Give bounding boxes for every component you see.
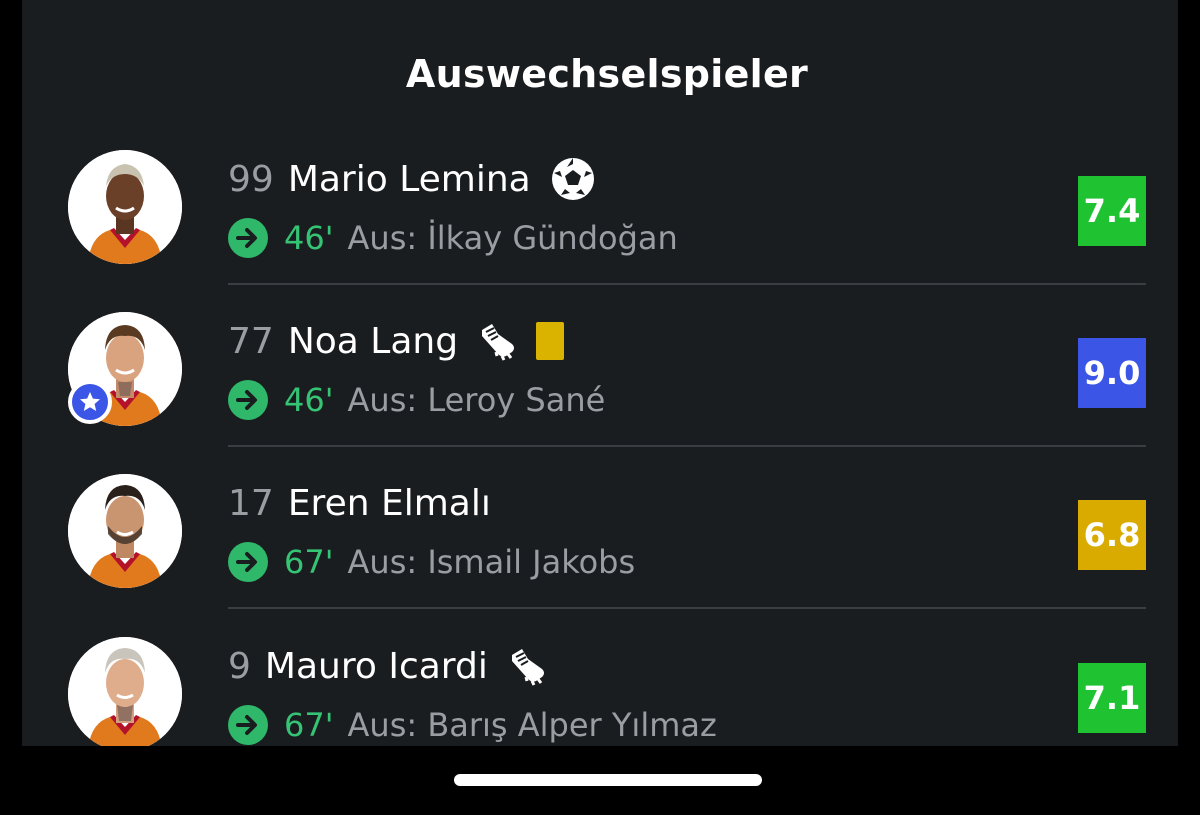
yellow-card-icon <box>536 322 565 360</box>
rating-badge: 7.1 <box>1078 663 1146 733</box>
section-title: Auswechselspieler <box>405 52 809 96</box>
player-number: 9 <box>228 645 251 687</box>
sub-minute: 46' <box>284 381 334 419</box>
player-name-line: 99 Mario Lemina <box>228 154 597 204</box>
player-avatar <box>68 150 182 264</box>
player-avatar <box>68 637 182 746</box>
substitution-line: 67' Aus: Barış Alper Yılmaz <box>228 703 717 746</box>
sub-minute: 67' <box>284 706 334 744</box>
rating-badge: 7.4 <box>1078 176 1146 246</box>
sub-in-arrow-icon <box>228 380 268 420</box>
player-name-line: 17 Eren Elmalı <box>228 478 491 528</box>
rating-badge: 9.0 <box>1078 338 1146 408</box>
player-number: 99 <box>228 158 274 200</box>
player-name: Mauro Icardi <box>264 645 488 687</box>
boot-icon <box>506 645 548 687</box>
row-divider <box>228 607 1146 609</box>
player-row[interactable]: 9 Mauro Icardi 67' Aus: Barış Alper Yılm… <box>22 633 1178 746</box>
substitutes-panel: Auswechselspieler 99 Mario Lemina 46' Au… <box>22 0 1178 746</box>
player-name: Noa Lang <box>287 320 459 362</box>
sub-out-player: Aus: İlkay Gündoğan <box>347 219 678 257</box>
sub-minute: 46' <box>284 219 334 257</box>
home-indicator[interactable] <box>454 774 762 786</box>
substitution-line: 46' Aus: İlkay Gündoğan <box>228 216 678 260</box>
player-avatar <box>68 474 182 588</box>
sub-out-player: Aus: Leroy Sané <box>347 381 606 419</box>
sub-out-player: Aus: Barış Alper Yılmaz <box>347 706 717 744</box>
player-number: 17 <box>228 482 274 524</box>
player-name: Eren Elmalı <box>287 482 491 524</box>
player-number: 77 <box>228 320 274 362</box>
sub-in-arrow-icon <box>228 218 268 258</box>
sub-out-player: Aus: Ismail Jakobs <box>347 543 636 581</box>
star-player-badge-icon <box>68 380 112 424</box>
sub-minute: 67' <box>284 543 334 581</box>
player-name-line: 9 Mauro Icardi <box>228 641 548 691</box>
row-divider <box>228 283 1146 285</box>
player-name-line: 77 Noa Lang <box>228 316 565 366</box>
substitution-line: 67' Aus: Ismail Jakobs <box>228 540 635 584</box>
rating-badge: 6.8 <box>1078 500 1146 570</box>
boot-icon <box>476 320 518 362</box>
row-divider <box>228 445 1146 447</box>
ball-icon <box>549 155 597 203</box>
player-name: Mario Lemina <box>287 158 531 200</box>
sub-in-arrow-icon <box>228 542 268 582</box>
sub-in-arrow-icon <box>228 705 268 745</box>
substitution-line: 46' Aus: Leroy Sané <box>228 378 605 422</box>
